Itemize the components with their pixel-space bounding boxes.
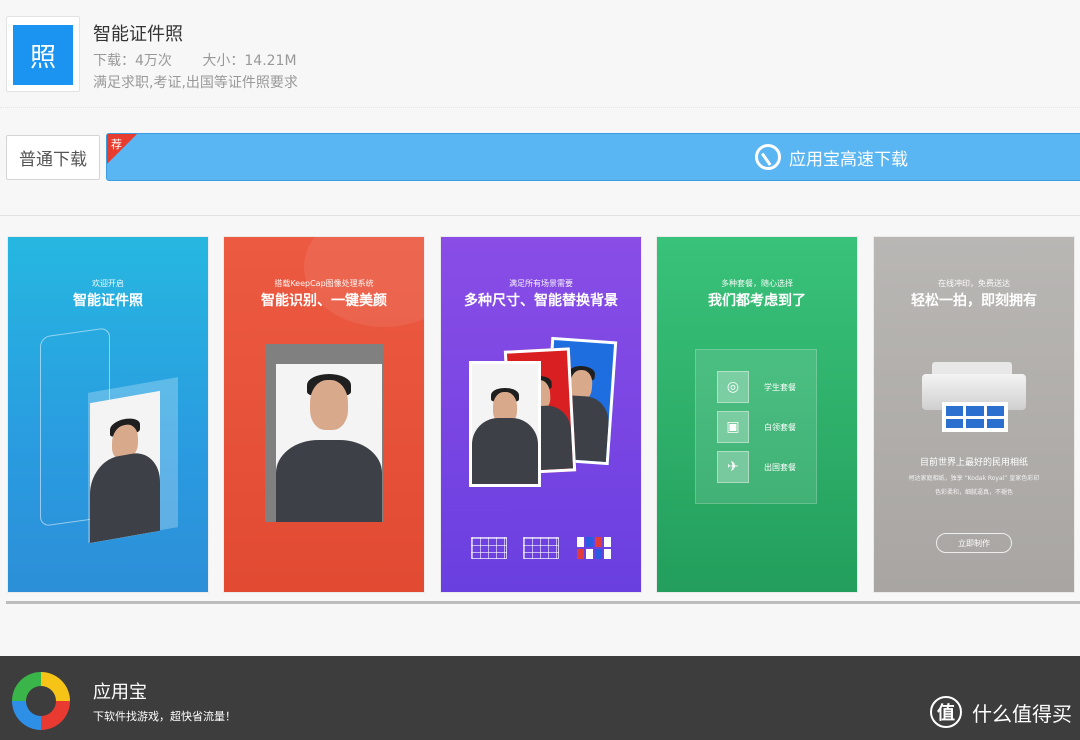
screen-title: 轻松一拍，即刻拥有 — [911, 293, 1037, 309]
size-grid-icon — [523, 537, 559, 559]
size-grid-icon — [471, 537, 507, 559]
airplane-icon: ✈ — [717, 451, 749, 483]
app-meta: 下载：4万次 大小：14.21M — [93, 50, 323, 70]
basketball-icon: ◎ — [717, 371, 749, 403]
screen-title: 我们都考虑到了 — [708, 293, 806, 309]
screenshot-2[interactable]: 搭载KeepCap图像处理系统 智能识别、一键美颜 — [224, 237, 424, 592]
screen-subtitle: 满足所有场景需要 — [509, 279, 573, 288]
package-row: ✈ 出国套餐 — [717, 451, 796, 483]
paper-headline: 目前世界上最好的民用相纸 — [919, 458, 1028, 468]
paper-detail: 柯达家庭相纸，独享 “Kodak Royal” 皇家色彩印 — [908, 475, 1040, 482]
portrait-photo-white — [469, 361, 541, 487]
portrait-photo — [276, 364, 382, 522]
screen-subtitle: 在线冲印，免费送达 — [938, 279, 1010, 288]
screenshot-1[interactable]: 欢迎开启 智能证件照 — [8, 237, 208, 592]
horizontal-scrollbar[interactable] — [6, 601, 1080, 604]
briefcase-icon: ▣ — [717, 411, 749, 443]
screen-title: 多种尺寸、智能替换背景 — [464, 293, 618, 309]
app-icon-glyph: 照 — [13, 25, 73, 85]
package-label: 学生套餐 — [764, 382, 796, 392]
normal-download-button[interactable]: 普通下载 — [6, 135, 100, 180]
app-icon: 照 — [6, 16, 80, 92]
screenshot-4[interactable]: 多种套餐，随心选择 我们都考虑到了 ◎ 学生套餐 ▣ 白领套餐 ✈ 出国套餐 — [657, 237, 857, 592]
header-divider — [0, 107, 1080, 108]
watermark-text: 什么值得买 — [972, 701, 1072, 726]
screen-title: 智能证件照 — [73, 293, 143, 309]
fast-download-label: 应用宝高速下载 — [789, 149, 908, 170]
color-grid-icon — [577, 537, 611, 559]
package-row: ▣ 白领套餐 — [717, 411, 796, 443]
fast-download-button[interactable]: 荐 应用宝高速下载 — [106, 133, 1080, 181]
make-now-button: 立即制作 — [936, 533, 1012, 553]
smzdm-logo-icon: 值 — [930, 696, 962, 728]
screenshot-3[interactable]: 满足所有场景需要 多种尺寸、智能替换背景 — [441, 237, 641, 592]
watermark: 值 什么值得买 — [930, 696, 1072, 728]
screen-subtitle: 多种套餐，随心选择 — [721, 279, 793, 288]
printer-icon — [922, 362, 1026, 432]
app-title: 智能证件照 — [93, 24, 183, 45]
yingyongbao-logo-icon — [12, 672, 70, 730]
portrait-photo — [90, 390, 160, 544]
footer-title: 应用宝 — [93, 682, 147, 703]
file-size: 大小：14.21M — [202, 53, 297, 69]
screen-subtitle: 搭载KeepCap图像处理系统 — [274, 279, 374, 288]
download-count: 下载：4万次 — [93, 53, 172, 69]
screenshot-5[interactable]: 在线冲印，免费送达 轻松一拍，即刻拥有 目前世界上最好的民用相纸 柯达家庭相纸，… — [874, 237, 1074, 592]
footer-subtitle: 下软件找游戏，超快省流量！ — [93, 710, 236, 723]
recommend-badge-text: 荐 — [111, 138, 122, 151]
package-label: 白领套餐 — [764, 422, 796, 432]
yingyongbao-icon — [755, 144, 781, 170]
app-description: 满足求职,考证,出国等证件照要求 — [93, 75, 298, 91]
screen-subtitle: 欢迎开启 — [92, 279, 124, 288]
package-label: 出国套餐 — [764, 462, 796, 472]
package-row: ◎ 学生套餐 — [717, 371, 796, 403]
paper-detail-2: 色彩柔和，细腻逼真，不褪色 — [934, 489, 1013, 496]
fast-download-content: 应用宝高速下载 — [755, 134, 908, 180]
footer-banner[interactable]: 应用宝 下软件找游戏，超快省流量！ 值 什么值得买 — [0, 656, 1080, 740]
section-divider — [0, 215, 1080, 216]
screen-title: 智能识别、一键美颜 — [261, 293, 387, 309]
